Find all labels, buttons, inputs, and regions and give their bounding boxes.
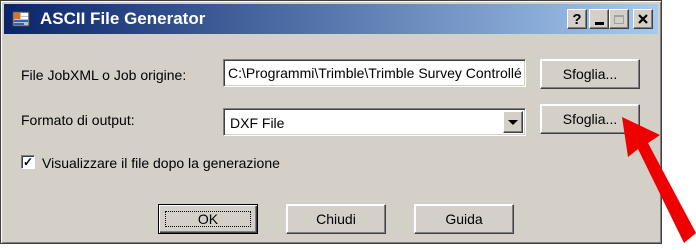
title-bar[interactable]: ASCII File Generator ? [4,4,658,34]
minimize-button[interactable] [589,9,609,29]
dropdown-button[interactable] [503,111,523,133]
source-file-value: C:\Programmi\Trimble\Trimble Survey Cont… [228,65,522,81]
close-dialog-button[interactable]: Chiudi [286,204,386,234]
window-title: ASCII File Generator [40,9,206,28]
browse-source-button[interactable]: Sfoglia... [540,59,640,89]
help-dialog-button[interactable]: Guida [414,204,514,234]
output-format-label: Formato di output: [21,112,135,128]
minimize-icon [594,21,604,25]
chevron-down-icon [508,119,518,125]
app-icon [12,11,30,27]
question-icon: ? [572,10,582,28]
close-icon [638,14,648,24]
focus-rect [165,211,251,227]
output-format-select[interactable]: DXF File [223,108,526,136]
view-after-generate-checkbox[interactable]: ✓ [21,155,35,169]
checkmark-icon: ✓ [23,155,34,169]
source-file-field[interactable]: C:\Programmi\Trimble\Trimble Survey Cont… [223,59,526,87]
red-arrow-annotation [622,117,696,243]
view-after-generate-label[interactable]: Visualizzare il file dopo la generazione [42,155,280,171]
output-format-value: DXF File [230,115,285,131]
help-caption-button[interactable]: ? [567,9,587,29]
source-file-label: File JobXML o Job origine: [21,67,187,83]
ok-button[interactable]: OK [158,204,258,234]
maximize-button[interactable] [609,9,629,29]
dialog-window: ASCII File Generator ? File JobXML o Job… [0,0,662,244]
close-button[interactable] [633,9,653,29]
maximize-icon [614,14,624,24]
